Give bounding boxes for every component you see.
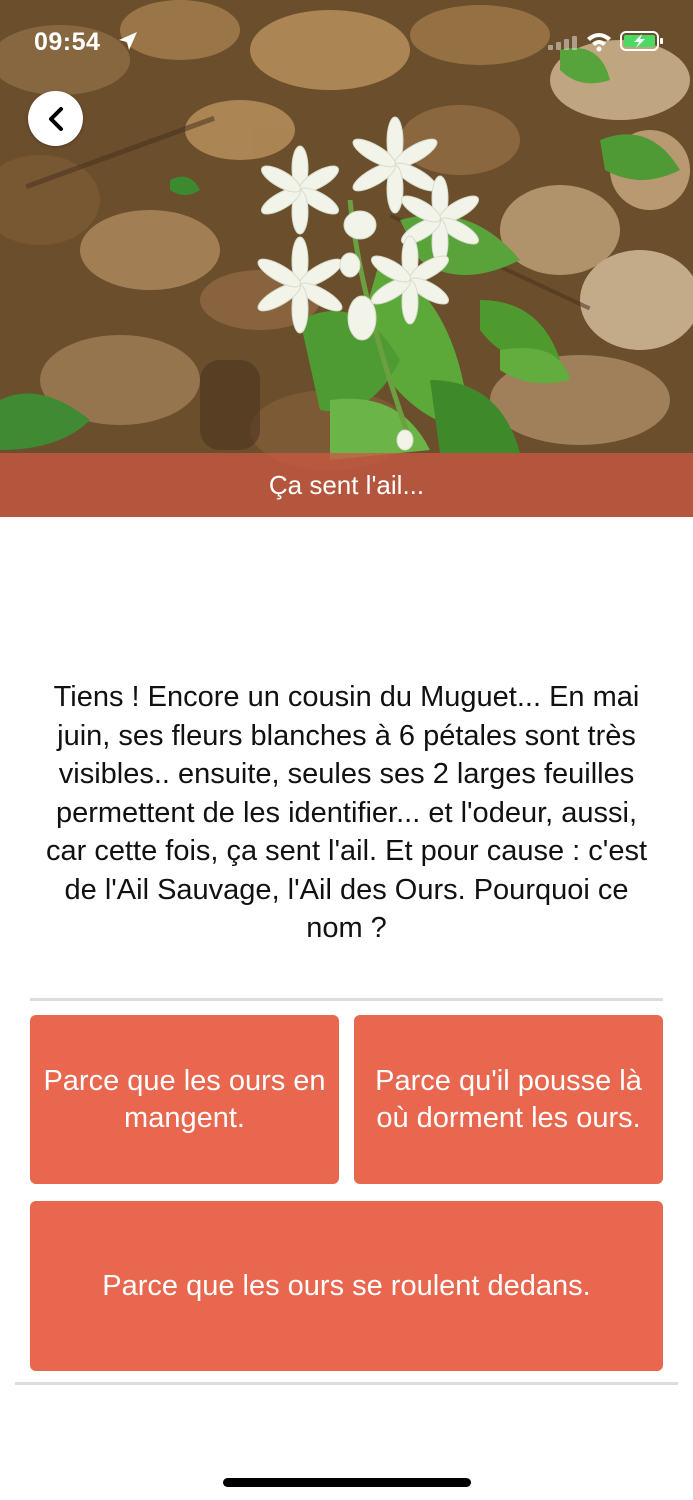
answer-label: Parce que les ours se roulent dedans.: [102, 1269, 591, 1302]
status-time: 09:54: [34, 28, 101, 56]
wifi-icon: [587, 33, 611, 52]
question-text: Tiens ! Encore un cousin du Muguet... En…: [45, 681, 647, 944]
battery-charging-icon: [620, 31, 663, 51]
image-caption: Ça sent l'ail...: [268, 469, 425, 500]
answer-label: Parce que les ours en mangent.: [43, 1064, 326, 1134]
hero-image: 09:54 Ça sent l'ail...: [0, 0, 693, 517]
image-caption-banner: Ça sent l'ail...: [0, 453, 693, 517]
answer-button-2[interactable]: Parce qu'il pousse là où dorment les our…: [354, 1015, 663, 1184]
answer-button-1[interactable]: Parce que les ours en mangent.: [30, 1015, 339, 1184]
answer-label: Parce qu'il pousse là où dorment les our…: [375, 1064, 642, 1134]
status-bar: 09:54: [0, 0, 693, 80]
chevron-left-icon: [48, 106, 63, 131]
divider: [30, 998, 663, 1001]
answer-button-3[interactable]: Parce que les ours se roulent dedans.: [30, 1201, 663, 1371]
cellular-signal-icon: [548, 36, 577, 50]
location-arrow-icon: [119, 32, 137, 50]
divider: [15, 1382, 678, 1385]
home-indicator[interactable]: [223, 1478, 471, 1487]
back-button[interactable]: [28, 91, 83, 146]
